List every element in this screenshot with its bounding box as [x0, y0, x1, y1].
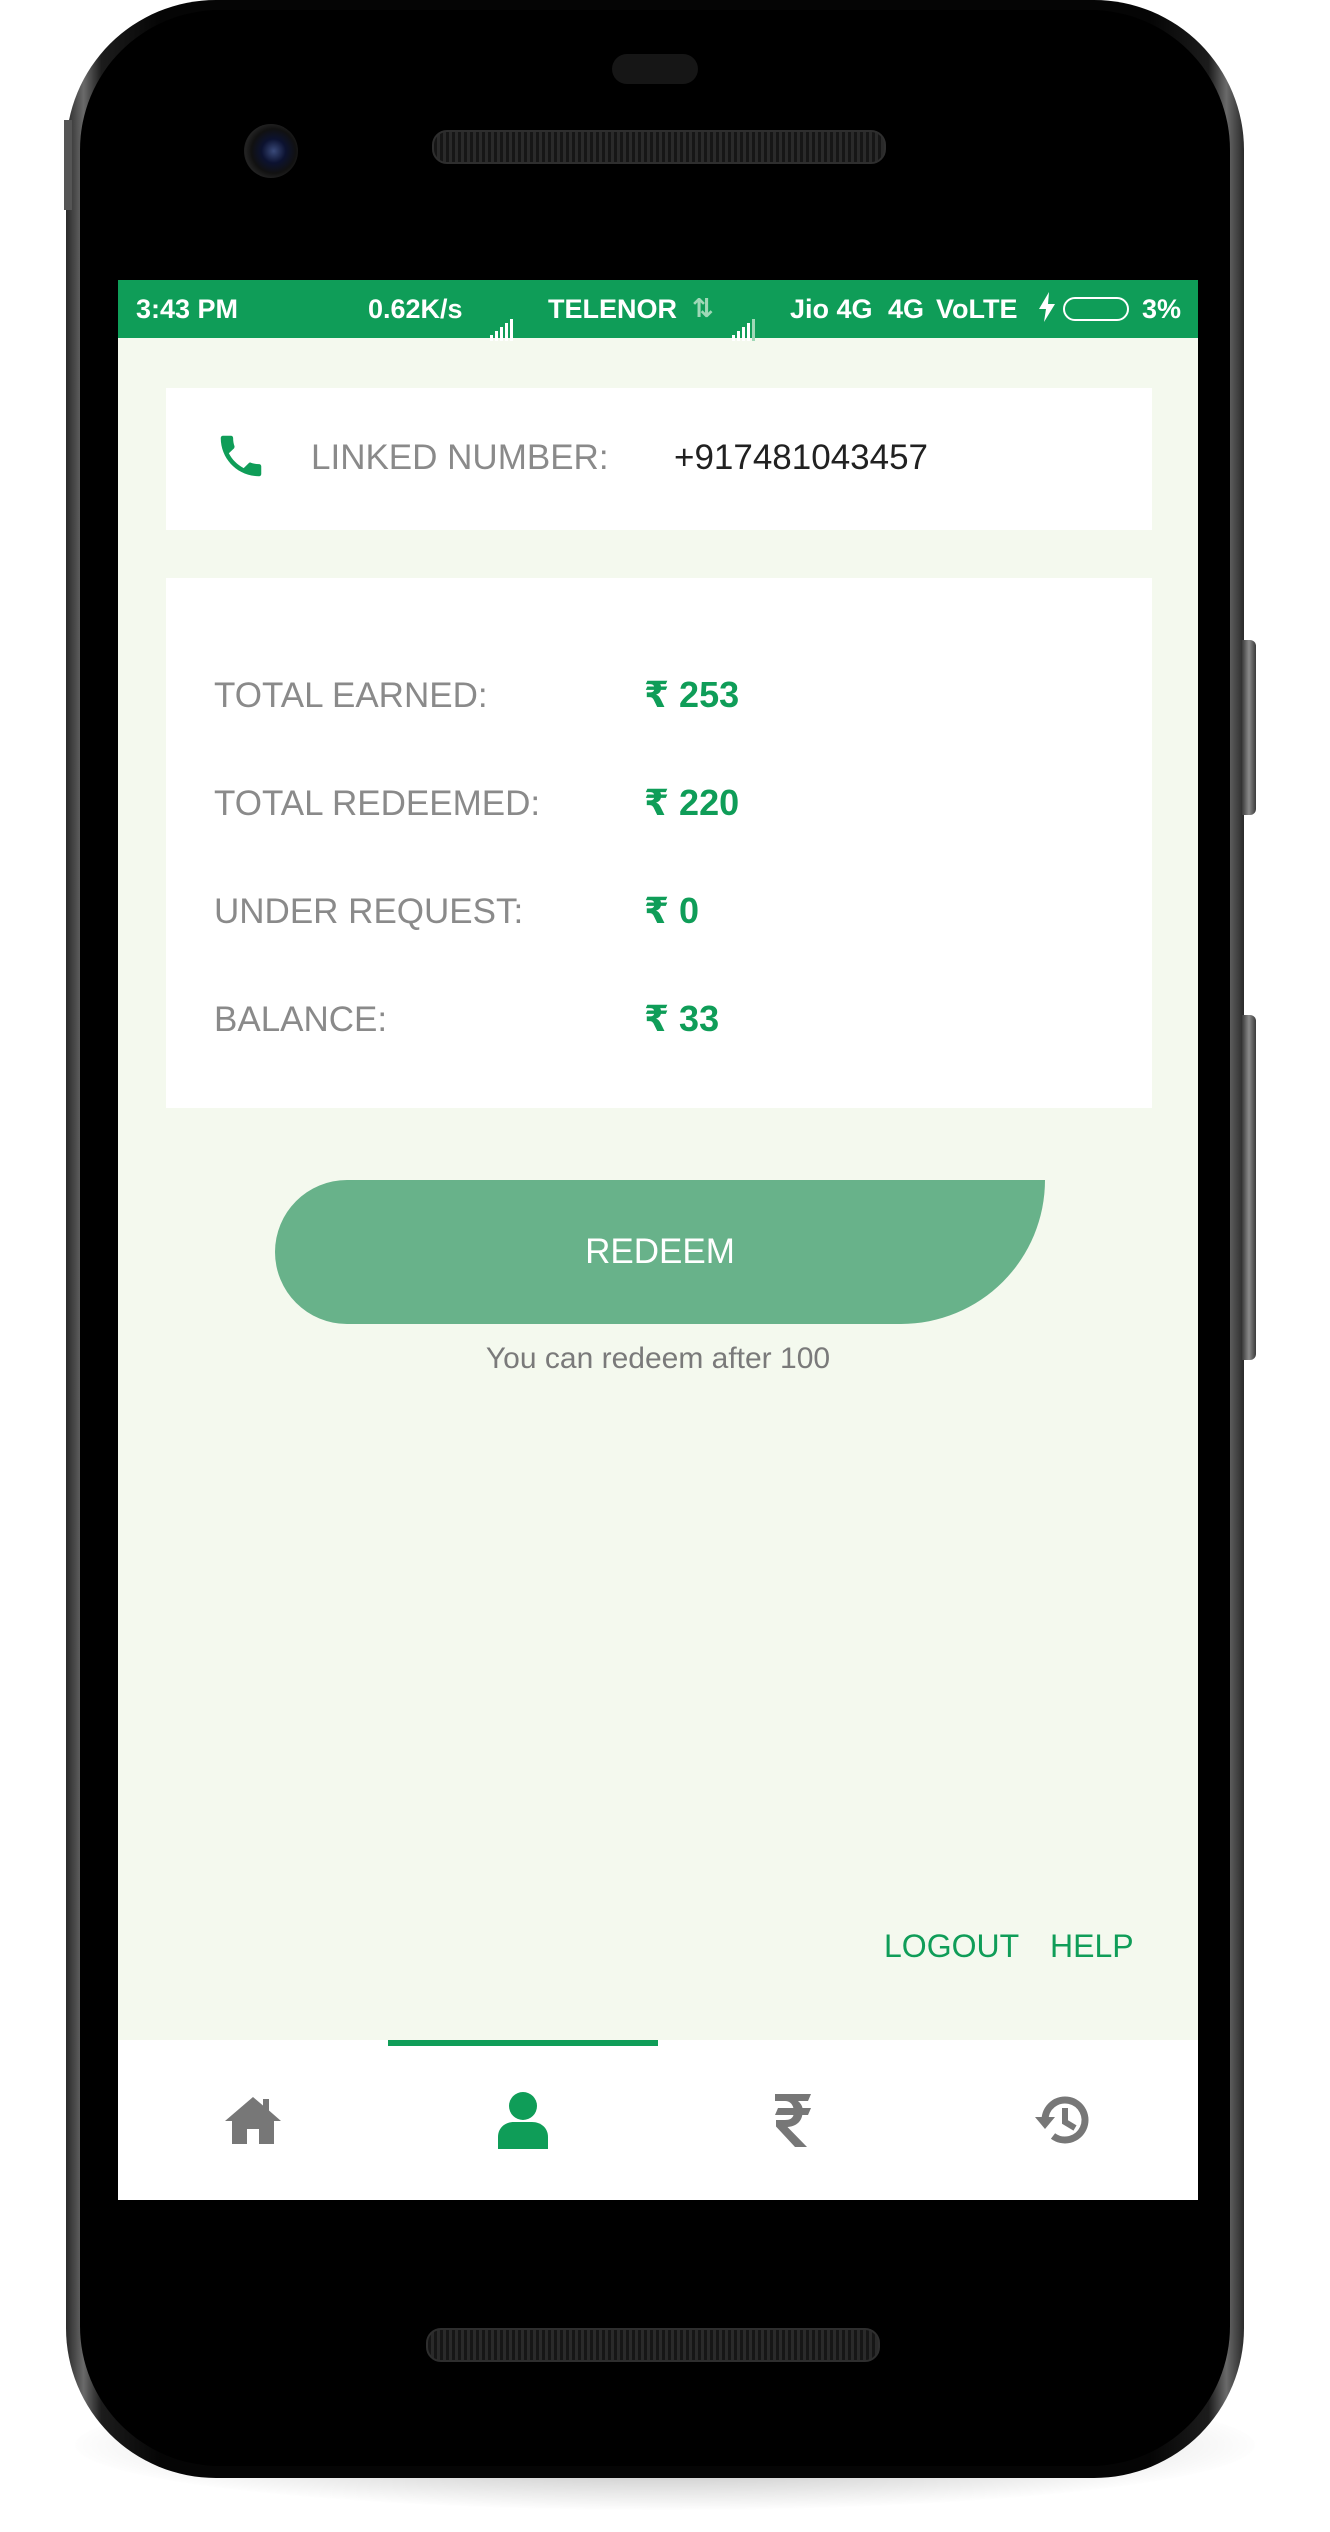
- app-screen: 3:43 PM 0.62K/s TELENOR ⇅ Jio 4G 4G VoLT…: [118, 280, 1198, 2200]
- stat-value: ₹ 33: [644, 998, 720, 1039]
- charging-icon: [1038, 292, 1056, 329]
- linked-number-label: LINKED NUMBER:: [311, 438, 609, 477]
- stat-value: ₹ 220: [644, 782, 740, 823]
- logout-link[interactable]: LOGOUT: [884, 1928, 1019, 1965]
- status-carrier-2: Jio 4G: [790, 294, 873, 324]
- bottom-speaker: [426, 2328, 880, 2362]
- power-button: [1242, 1015, 1256, 1360]
- status-bar: 3:43 PM 0.62K/s TELENOR ⇅ Jio 4G 4G VoLT…: [118, 280, 1198, 341]
- status-battery: 3%: [1142, 294, 1182, 324]
- stats-card: TOTAL EARNED: ₹ 253 TOTAL REDEEMED: ₹ 22…: [166, 578, 1152, 1108]
- stat-label: TOTAL EARNED:: [214, 676, 488, 715]
- earpiece-speaker: [432, 130, 886, 164]
- battery-icon: [1063, 297, 1129, 321]
- stat-label: UNDER REQUEST:: [214, 892, 524, 931]
- status-time: 3:43 PM: [136, 294, 239, 324]
- stat-value: ₹ 0: [644, 890, 700, 931]
- linked-number-value: +917481043457: [674, 438, 929, 477]
- linked-number-card: LINKED NUMBER: +917481043457: [166, 388, 1152, 530]
- phone-edge: [64, 120, 72, 210]
- nav-profile[interactable]: [388, 2040, 658, 2200]
- user-icon: [496, 2091, 550, 2149]
- stat-row-balance: BALANCE: ₹ 33: [214, 998, 1114, 1050]
- status-carrier-1: TELENOR: [548, 294, 678, 324]
- data-transfer-icon: ⇅: [692, 293, 714, 323]
- help-link[interactable]: HELP: [1050, 1928, 1134, 1965]
- rupee-icon: [773, 2092, 813, 2148]
- status-network: 4G: [888, 294, 925, 324]
- nav-history[interactable]: [928, 2040, 1198, 2200]
- stat-label: BALANCE:: [214, 1000, 388, 1039]
- home-icon: [223, 2094, 283, 2146]
- stat-value: ₹ 253: [644, 674, 740, 715]
- status-volte: VoLTE: [936, 294, 1018, 324]
- stat-row-under-request: UNDER REQUEST: ₹ 0: [214, 890, 1114, 942]
- volume-button: [1242, 640, 1256, 815]
- redeem-note: You can redeem after 100: [485, 1342, 831, 1375]
- nav-rupee[interactable]: [658, 2040, 928, 2200]
- stat-row-total-redeemed: TOTAL REDEEMED: ₹ 220: [214, 782, 1114, 834]
- proximity-sensor: [612, 54, 698, 84]
- stat-row-total-earned: TOTAL EARNED: ₹ 253: [214, 674, 1114, 726]
- phone-icon: [214, 428, 268, 484]
- bottom-nav: [118, 2040, 1198, 2200]
- redeem-button[interactable]: REDEEM: [275, 1180, 1045, 1324]
- front-camera: [244, 124, 298, 178]
- nav-home[interactable]: [118, 2040, 388, 2200]
- history-icon: [1033, 2092, 1093, 2148]
- stat-label: TOTAL REDEEMED:: [214, 784, 541, 823]
- status-speed: 0.62K/s: [368, 294, 463, 324]
